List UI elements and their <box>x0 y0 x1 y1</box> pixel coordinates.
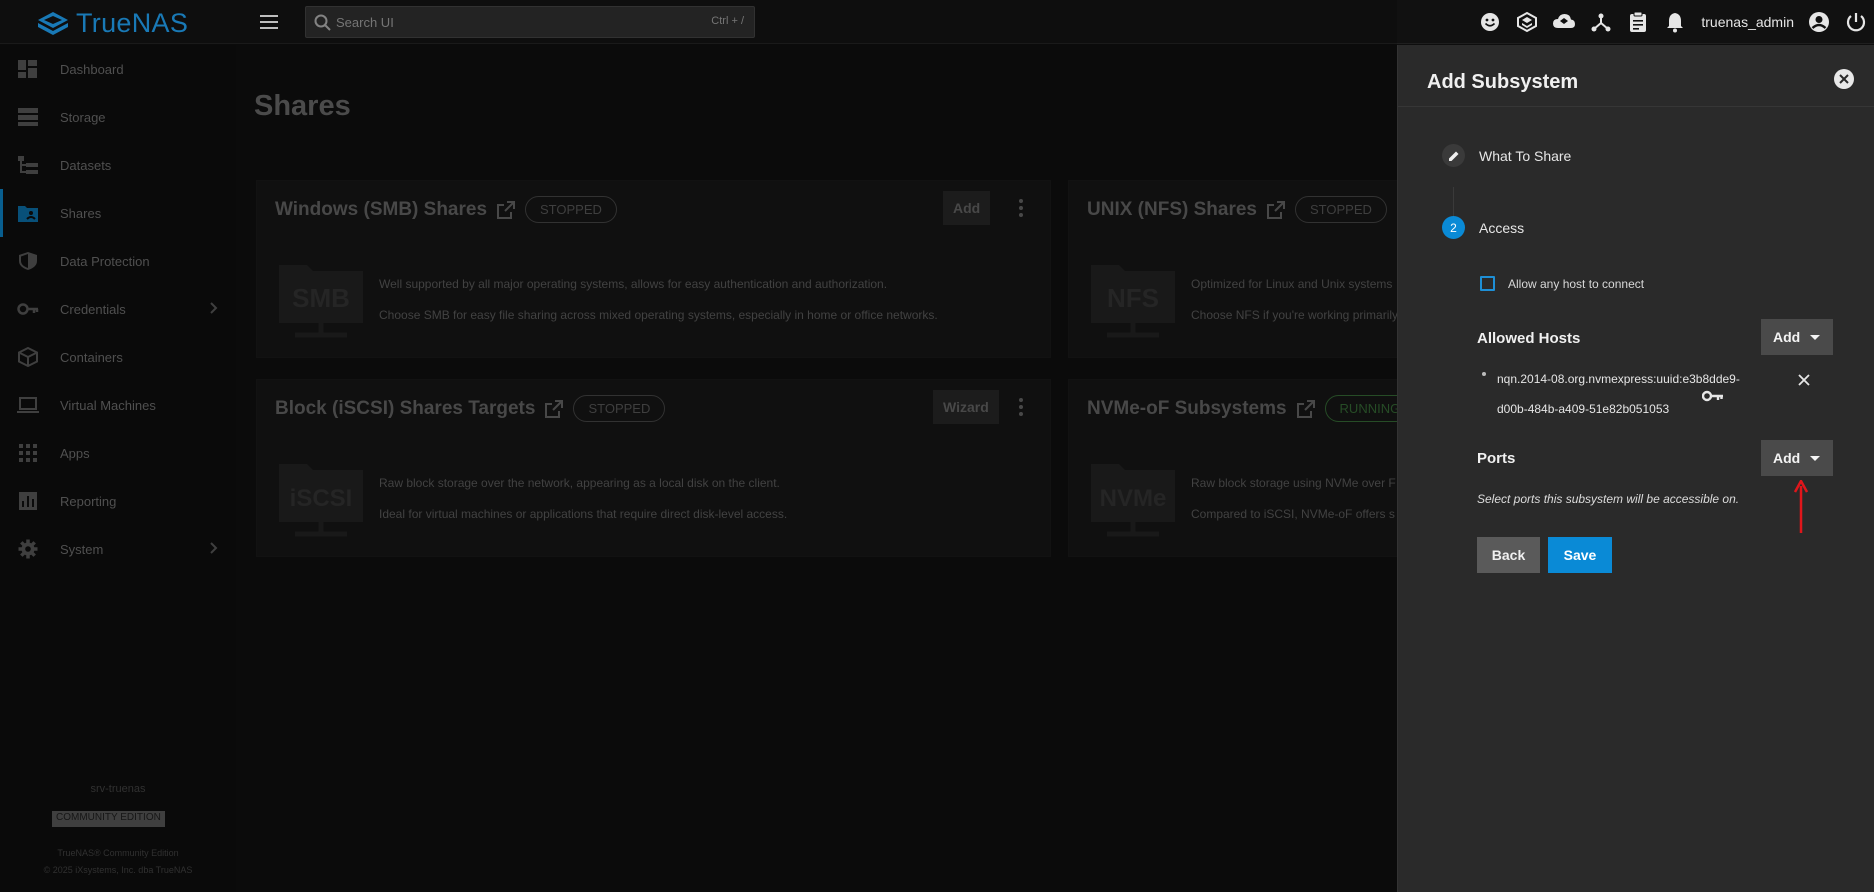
account-circle-icon <box>1808 12 1829 32</box>
power-button[interactable] <box>1837 0 1874 44</box>
modal-backdrop[interactable] <box>0 0 1397 892</box>
caret-down-icon <box>1810 335 1820 340</box>
cloud-icon <box>1552 14 1575 28</box>
close-panel-button[interactable] <box>1834 69 1854 89</box>
step-what-to-share[interactable]: What To Share <box>1442 144 1571 167</box>
add-allowed-host-button[interactable]: Add <box>1761 319 1833 355</box>
back-button[interactable]: Back <box>1477 537 1540 573</box>
add-port-button[interactable]: Add <box>1761 440 1833 476</box>
task-manager-button[interactable] <box>1619 0 1656 44</box>
jobs-cloud-button[interactable] <box>1545 0 1582 44</box>
step-edit-marker <box>1442 144 1465 167</box>
step-label: What To Share <box>1479 147 1572 164</box>
step-label: Access <box>1479 219 1525 236</box>
power-icon <box>1846 13 1865 32</box>
add-button-label: Add <box>1773 450 1801 466</box>
alerts-button[interactable] <box>1656 0 1693 44</box>
user-menu-button[interactable] <box>1800 0 1837 44</box>
username-label[interactable]: truenas_admin <box>1701 14 1794 30</box>
panel-header: Add Subsystem <box>1398 45 1874 107</box>
add-button-label: Add <box>1773 329 1801 345</box>
top-icons: truenas_admin <box>1471 0 1874 44</box>
caret-down-icon <box>1810 456 1820 461</box>
allow-any-host-row[interactable]: Allow any host to connect <box>1480 276 1644 291</box>
bell-icon <box>1666 13 1683 33</box>
ports-label: Ports <box>1477 450 1516 467</box>
smiley-icon <box>1480 13 1499 31</box>
truecommand-icon <box>1516 11 1537 33</box>
panel-title: Add Subsystem <box>1427 71 1579 93</box>
step-number: 2 <box>1442 216 1465 239</box>
host-list-bullet <box>1482 372 1486 376</box>
feedback-button[interactable] <box>1471 0 1508 44</box>
add-subsystem-panel: Add Subsystem What To Share 2 Access All… <box>1397 45 1874 892</box>
truecommand-button[interactable] <box>1508 0 1545 44</box>
save-button[interactable]: Save <box>1548 537 1612 573</box>
ports-hint: Select ports this subsystem will be acce… <box>1477 492 1740 506</box>
close-icon <box>1839 74 1849 84</box>
remove-host-icon[interactable] <box>1798 374 1810 386</box>
edit-icon <box>1448 151 1458 161</box>
allow-any-host-label[interactable]: Allow any host to connect <box>1508 277 1644 291</box>
key-icon <box>1702 390 1723 402</box>
allowed-hosts-label: Allowed Hosts <box>1477 330 1581 347</box>
allow-any-host-checkbox[interactable] <box>1480 276 1495 291</box>
clipboard-icon <box>1629 11 1646 32</box>
network-fork-icon <box>1591 13 1611 32</box>
step-access[interactable]: 2 Access <box>1442 216 1524 239</box>
annotation-arrow-icon <box>1794 480 1808 533</box>
directory-services-button[interactable] <box>1582 0 1619 44</box>
